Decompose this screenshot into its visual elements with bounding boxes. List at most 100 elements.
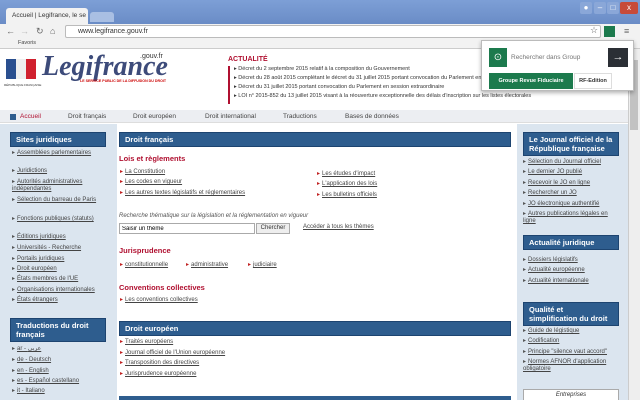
qualite-link[interactable]: Principe "silence vaut accord" [523,349,621,356]
lois-right-link[interactable]: L'application des lois [317,181,377,188]
browser-titlebar: Accueil | Legifrance, le se × ● – □ x [0,0,640,24]
jurisprudence-link[interactable]: administrative [186,262,228,269]
traductions-header: Traductions du droit français [10,318,106,342]
conventions-link[interactable]: Les conventions collectives [120,297,198,304]
theme-search-input[interactable] [119,223,255,234]
page-content: RÉPUBLIQUE FRANÇAISE Legifrance .gouv.fr… [0,49,628,400]
right-sidebar: Le Journal officiel de la République fra… [517,124,628,400]
jo-link[interactable]: JO électronique authentifié [523,201,621,208]
eu-link[interactable]: Jurisprudence européenne [120,371,196,378]
menu-icon[interactable]: ≡ [624,26,629,36]
next-section-header [119,396,511,400]
site-link[interactable]: Portails juridiques [12,256,107,263]
jurisprudence-title: Jurisprudence [119,246,171,255]
actualite-item[interactable]: ▸ Décret du 2 septembre 2015 relatif à l… [234,66,410,72]
site-link[interactable]: Organisations internationales [12,287,107,294]
translation-link[interactable]: it - Italiano [12,388,45,395]
extension-search-icon[interactable] [604,26,615,37]
browser-toolbar: ← → ↻ ⌂ www.legifrance.gouv.fr ☆ ≡ [0,24,640,39]
home-icon[interactable]: ⌂ [50,26,55,36]
nav-bases-de-donnees[interactable]: Bases de données [345,113,399,120]
close-button[interactable]: x [620,2,638,14]
user-icon[interactable]: ● [580,2,592,14]
qualite-link[interactable]: Normes AFNOR d'application obligatoire [523,359,621,373]
reload-icon[interactable]: ↻ [36,26,44,37]
nav-accueil[interactable]: Accueil [20,113,41,120]
site-link[interactable]: États membres de l'UE [12,276,107,283]
main-column: Droit français Lois et règlements La Con… [117,124,517,400]
search-button[interactable]: Chercher [256,223,290,234]
site-link[interactable]: Droit européen [12,266,107,273]
all-themes-link[interactable]: Accéder à tous les thèmes [303,224,374,230]
nav-traductions[interactable]: Traductions [283,113,317,120]
nav-droit-international[interactable]: Droit international [205,113,256,120]
tab-title: Accueil | Legifrance, le se [12,12,86,19]
actualite-item[interactable]: ▸ Décret du 31 juillet 2015 portant conv… [234,84,444,90]
site-link[interactable]: Juridictions [12,168,107,175]
republique-text: RÉPUBLIQUE FRANÇAISE [4,83,42,87]
forward-icon[interactable]: → [20,26,29,36]
jo-link[interactable]: Le dernier JO publié [523,169,621,176]
eu-link[interactable]: Traités européens [120,339,173,346]
nav-droit-europeen[interactable]: Droit européen [133,113,176,120]
lois-link[interactable]: Les autres textes législatifs et régleme… [120,190,245,197]
qualite-header: Qualité et simplification du droit [523,302,619,326]
eu-link[interactable]: Transposition des directives [120,360,199,367]
lois-link[interactable]: La Constitution [120,169,165,176]
jo-link[interactable]: Recevoir le JO en ligne [523,180,621,187]
translation-link[interactable]: en - English [12,368,49,375]
back-icon[interactable]: ← [6,26,15,36]
droit-europeen-header: Droit européen [119,321,511,336]
jo-header: Le Journal officiel de la République fra… [523,132,619,156]
site-link[interactable]: Éditions juridiques [12,234,107,241]
extension-popup: ⊙ → Groupe Revue Fiduciaire RF-Edition [481,40,634,91]
site-link[interactable]: États étrangers [12,297,107,304]
lois-right-link[interactable]: Les bulletins officiels [317,192,377,199]
search-label: Recherche thématique sur la législation … [119,213,309,219]
arrow-right-icon[interactable]: → [608,48,628,67]
maximize-button[interactable]: □ [607,2,619,14]
groupe-rf-button[interactable]: Groupe Revue Fiduciaire [489,73,573,89]
actu-link[interactable]: Actualité européenne [523,267,585,274]
address-bar[interactable]: www.legifrance.gouv.fr [65,25,601,38]
site-link[interactable]: Sélection du barreau de Paris [12,197,107,204]
jo-link[interactable]: Sélection du Journal officiel [523,159,621,166]
partner-box[interactable]: Entreprises [523,389,619,400]
lois-link[interactable]: Les codes en vigueur [120,179,182,186]
eu-link[interactable]: Journal officiel de l'Union européenne [120,350,225,357]
new-tab-button[interactable] [90,12,114,22]
actualite-title: ACTUALITÉ [228,56,268,63]
marianne-logo [6,59,36,79]
site-link[interactable]: Universités - Recherche [12,245,107,252]
actu-link[interactable]: Dossiers législatifs [523,257,578,264]
jo-link[interactable]: Autres publications légales en ligne [523,211,621,225]
actualite-bar [228,66,230,104]
translation-link[interactable]: ar - عربي [12,346,41,353]
site-link[interactable]: Fonctions publiques (statuts) [12,216,107,223]
nav-droit-francais[interactable]: Droit français [68,113,106,120]
search-logo-icon: ⊙ [489,48,507,67]
bookmark-favoris[interactable]: Favoris [18,40,36,46]
lois-right-link[interactable]: Les études d'impact [317,171,375,178]
translation-link[interactable]: es - Español castellano [12,378,79,385]
jurisprudence-link[interactable]: constitutionnelle [120,262,168,269]
actu-link[interactable]: Actualité internationale [523,278,589,285]
qualite-link[interactable]: Guide de légistique [523,328,621,335]
qualite-link[interactable]: Codification [523,338,621,345]
jo-link[interactable]: Rechercher un JO [523,190,621,197]
actualite-item[interactable]: ▸ LOI n° 2015-852 du 13 juillet 2015 vis… [234,93,531,99]
star-icon[interactable]: ☆ [590,25,598,36]
translation-link[interactable]: de - Deutsch [12,357,51,364]
browser-tab[interactable]: Accueil | Legifrance, le se × [6,8,88,24]
tagline: LE SERVICE PUBLIC DE LA DIFFUSION DU DRO… [80,79,167,83]
droit-francais-header: Droit français [119,132,511,147]
site-link[interactable]: Assemblées parlementaires [12,150,107,157]
conventions-title: Conventions collectives [119,283,205,292]
site-link[interactable]: Autorités administratives indépendantes [12,179,107,193]
sites-juridiques-header: Sites juridiques [10,132,106,147]
left-sidebar: Sites juridiques Assemblées parlementair… [0,124,117,400]
jurisprudence-link[interactable]: judiciaire [248,262,277,269]
rf-edition-button[interactable]: RF-Edition [574,73,612,89]
minimize-button[interactable]: – [594,2,606,14]
group-search-input[interactable] [507,48,608,67]
